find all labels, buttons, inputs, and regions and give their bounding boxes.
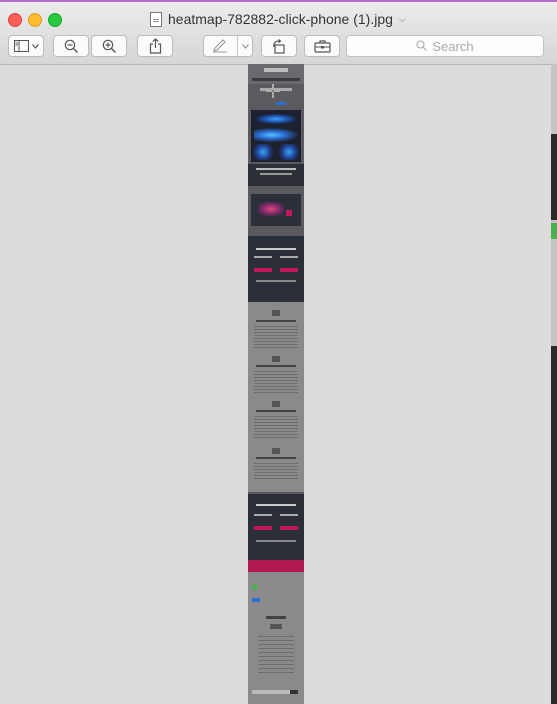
chevron-down-icon bbox=[31, 43, 39, 49]
doc-text-line bbox=[280, 514, 298, 516]
minimize-window-button[interactable] bbox=[28, 13, 42, 27]
sidebar-toggle-button[interactable] bbox=[8, 35, 44, 57]
heatmap-hotspot bbox=[252, 144, 274, 160]
doc-cta-button bbox=[254, 268, 272, 272]
background-window-accent bbox=[551, 223, 557, 239]
search-icon bbox=[416, 39, 428, 54]
doc-hero-button bbox=[276, 102, 286, 105]
doc-footer-input bbox=[252, 690, 290, 694]
window-title-text: heatmap-782882-click-phone (1).jpg bbox=[168, 11, 393, 27]
search-placeholder: Search bbox=[432, 38, 474, 54]
doc-feature-icon bbox=[272, 310, 280, 316]
close-window-button[interactable] bbox=[8, 13, 22, 27]
fullscreen-window-button[interactable] bbox=[48, 13, 62, 27]
share-icon bbox=[149, 38, 162, 54]
markup-button[interactable] bbox=[203, 35, 253, 57]
doc-text-line bbox=[280, 256, 298, 258]
doc-text-line bbox=[256, 365, 296, 367]
doc-social-icons bbox=[270, 624, 282, 629]
search-field[interactable]: Search bbox=[346, 35, 544, 57]
doc-red-band bbox=[248, 560, 304, 572]
toolbox-icon bbox=[313, 39, 331, 53]
doc-text-line bbox=[254, 256, 272, 258]
doc-text-line bbox=[256, 457, 296, 459]
doc-paragraph bbox=[254, 371, 298, 393]
pen-icon bbox=[212, 39, 228, 53]
doc-video-play bbox=[286, 210, 292, 216]
doc-text-line bbox=[256, 248, 296, 250]
rotate-button[interactable] bbox=[261, 35, 297, 57]
title-chevron-icon: ⌵ bbox=[398, 13, 406, 24]
doc-header bbox=[248, 64, 304, 84]
doc-text-line bbox=[256, 410, 296, 412]
window-title[interactable]: heatmap-782882-click-phone (1).jpg ⌵ bbox=[150, 10, 406, 28]
doc-paragraph bbox=[254, 326, 298, 348]
markup-divider bbox=[237, 36, 238, 56]
zoom-out-button[interactable] bbox=[53, 35, 89, 57]
heatmap-hotspot bbox=[278, 144, 300, 160]
doc-text-line bbox=[256, 540, 296, 542]
doc-badge bbox=[252, 598, 260, 602]
doc-feature-icon bbox=[272, 448, 280, 454]
background-window-dark bbox=[551, 346, 557, 704]
background-window-edge bbox=[551, 64, 557, 704]
doc-cta-button bbox=[254, 526, 272, 530]
doc-logo bbox=[264, 68, 288, 72]
doc-footer-submit bbox=[290, 690, 298, 694]
doc-text-line bbox=[256, 504, 296, 506]
share-button[interactable] bbox=[137, 35, 173, 57]
doc-text-line bbox=[256, 168, 296, 170]
doc-footer-links bbox=[258, 636, 294, 676]
zoom-in-button[interactable] bbox=[91, 35, 127, 57]
doc-paragraph bbox=[254, 463, 298, 481]
background-window-dark bbox=[551, 134, 557, 220]
jpg-file-icon bbox=[150, 11, 162, 27]
doc-paragraph bbox=[254, 416, 298, 438]
zoom-out-icon bbox=[64, 39, 79, 54]
heatmap-hotspot bbox=[256, 114, 296, 124]
doc-text-line bbox=[254, 514, 272, 516]
markup-chevron-icon[interactable] bbox=[242, 43, 249, 49]
zoom-in-icon bbox=[102, 39, 117, 54]
doc-video-thumb bbox=[258, 202, 284, 216]
doc-feature-icon bbox=[272, 401, 280, 407]
doc-text-line bbox=[260, 173, 292, 175]
doc-cta-button bbox=[280, 268, 298, 272]
doc-badge bbox=[252, 584, 258, 590]
preview-window-titlebar: heatmap-782882-click-phone (1).jpg ⌵ Sea… bbox=[0, 2, 557, 65]
crosshair-cursor-icon bbox=[266, 84, 280, 98]
heatmap-hotspot bbox=[254, 128, 298, 142]
rotate-icon bbox=[271, 38, 287, 54]
doc-footer-logo bbox=[266, 616, 286, 619]
toolbox-button[interactable] bbox=[304, 35, 340, 57]
doc-text-line bbox=[256, 320, 296, 322]
doc-nav bbox=[252, 78, 300, 81]
doc-feature-icon bbox=[272, 356, 280, 362]
doc-cta-button bbox=[280, 526, 298, 530]
doc-text-line bbox=[256, 280, 296, 282]
heatmap-image[interactable] bbox=[248, 64, 304, 704]
sidebar-icon bbox=[13, 40, 29, 52]
